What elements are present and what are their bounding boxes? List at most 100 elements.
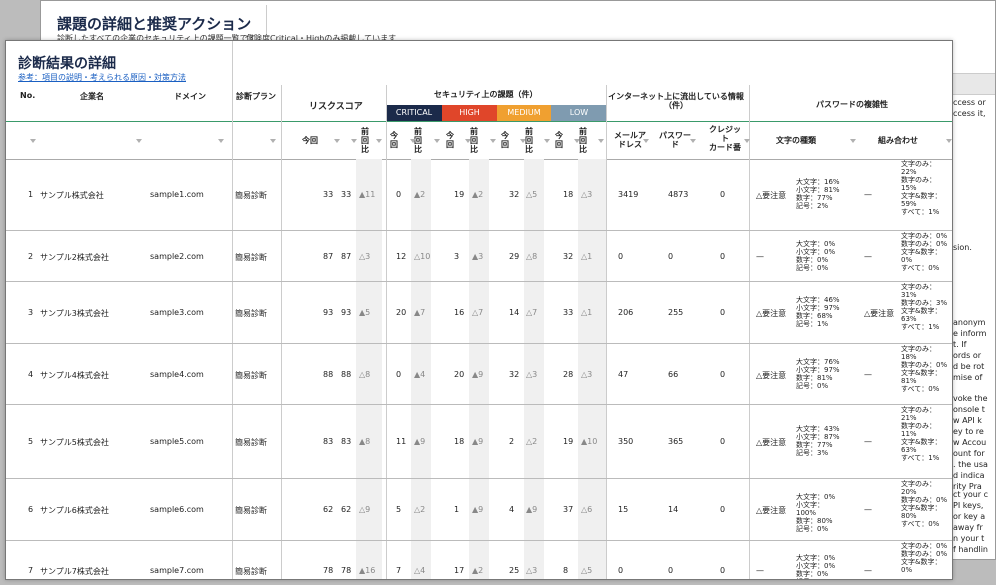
leaked-mail: 0: [618, 566, 624, 575]
risk-score-delta: △3: [359, 252, 371, 261]
char-types-detail: 大文字：43% 小文字：87% 数字：77% 記号：3%: [796, 425, 840, 457]
filter-dropdown-icon[interactable]: [850, 139, 856, 143]
risk-score-now: 87: [323, 252, 334, 261]
filter-dropdown-icon[interactable]: [744, 139, 750, 143]
table-row[interactable]: 2 サンプル2株式会社 sample2.com 簡易診断 87 87 △3 12 △10 3 ▲3 2…: [6, 231, 952, 282]
reference-link[interactable]: 参考：項目の説明・考えられる原因・対策方法: [18, 72, 186, 83]
char-types-detail: 大文字：0% 小文字：0% 数字：0% 記号：0%: [796, 240, 836, 272]
low-delta: △3: [581, 190, 593, 199]
header-leaked-info: インターネット上に流出している情報（件）: [608, 92, 744, 110]
table-row[interactable]: 6 サンプル6株式会社 sample6.com 簡易診断 62 62 △9 5 △2 1 ▲9 4 ▲9…: [6, 479, 952, 541]
leaked-password: 4873: [668, 190, 689, 199]
domain: sample2.com: [150, 252, 204, 261]
table-row[interactable]: 5 サンプル5株式会社 sample5.com 簡易診断 83 83 ▲8 11 ▲9 18 ▲9 2…: [6, 405, 952, 479]
header-risk-score: リスクスコア: [309, 102, 363, 112]
filter-dropdown-icon[interactable]: [410, 139, 416, 143]
filter-dropdown-icon[interactable]: [334, 139, 340, 143]
row-number: 4: [28, 370, 34, 379]
low-delta: △3: [581, 370, 593, 379]
critical-delta: △4: [414, 566, 426, 575]
panel-title: 診断結果の詳細: [18, 56, 116, 72]
medium-count: 2: [509, 437, 515, 446]
combination-detail: 文字のみ： 22% 数字のみ： 15% 文字&数字： 59% すべて：1%: [901, 160, 942, 216]
diagnosis-plan: 簡易診断: [235, 253, 267, 262]
diagnosis-plan: 簡易診断: [235, 567, 267, 576]
low-count: 32: [563, 252, 574, 261]
filter-dropdown-icon[interactable]: [434, 139, 440, 143]
low-count: 18: [563, 190, 574, 199]
medium-count: 25: [509, 566, 520, 575]
table-row[interactable]: 4 サンプル4株式会社 sample4.com 簡易診断 88 88 △8 0 ▲4 20 ▲9 32…: [6, 344, 952, 405]
filter-dropdown-icon[interactable]: [946, 139, 952, 143]
filter-dropdown-icon[interactable]: [643, 139, 649, 143]
leaked-password: 66: [668, 370, 679, 379]
filter-dropdown-icon[interactable]: [376, 139, 382, 143]
high-delta: ▲9: [472, 437, 484, 446]
header-company: 企業名: [80, 92, 104, 101]
char-types-flag: △要注意: [756, 191, 787, 200]
high-delta: ▲2: [472, 566, 484, 575]
filter-dropdown-icon[interactable]: [136, 139, 142, 143]
header-combination: 組み合わせ: [878, 136, 918, 145]
leaked-card: 0: [720, 190, 726, 199]
filter-dropdown-icon[interactable]: [218, 139, 224, 143]
table-row[interactable]: 1 サンプル株式会社 sample1.com 簡易診断 33 33 ▲11 0 ▲2 19 ▲2 32…: [6, 159, 952, 231]
combination-flag: △要注意: [864, 309, 895, 318]
row-number: 1: [28, 190, 34, 199]
header-severity-prev: 前 回 比: [579, 127, 587, 154]
header-char-types: 文字の種類: [776, 136, 816, 145]
risk-score-delta: △8: [359, 370, 371, 379]
combination-flag: —: [864, 190, 872, 199]
filter-dropdown-icon[interactable]: [544, 139, 550, 143]
diagnosis-plan: 簡易診断: [235, 309, 267, 318]
combination-detail: 文字のみ： 31% 数字のみ：3% 文字&数字： 63% すべて：1%: [901, 283, 948, 331]
bg-right-text: anonym e inform t. If ords or d be rot m…: [953, 318, 987, 382]
char-types-detail: 大文字：16% 小文字：81% 数字：77% 記号：2%: [796, 178, 840, 210]
low-count: 28: [563, 370, 574, 379]
filter-dropdown-icon[interactable]: [574, 139, 580, 143]
leaked-card: 0: [720, 566, 726, 575]
risk-score-current: 93: [341, 308, 352, 317]
filter-dropdown-icon[interactable]: [465, 139, 471, 143]
filter-dropdown-icon[interactable]: [520, 139, 526, 143]
leaked-card: 0: [720, 437, 726, 446]
combination-flag: —: [864, 370, 872, 379]
diagnosis-plan: 簡易診断: [235, 371, 267, 380]
low-count: 33: [563, 308, 574, 317]
combination-flag: —: [864, 437, 872, 446]
severity-low: LOW: [551, 105, 607, 121]
row-number: 2: [28, 252, 34, 261]
risk-score-now: 62: [323, 505, 334, 514]
critical-delta: △10: [414, 252, 431, 261]
header-severity-prev: 前 回 比: [470, 127, 478, 154]
high-count: 17: [454, 566, 465, 575]
filter-dropdown-icon[interactable]: [270, 139, 276, 143]
bg-divider: [266, 5, 267, 35]
combination-detail: 文字のみ： 21% 数字のみ： 11% 文字&数字： 63% すべて：1%: [901, 406, 942, 462]
filter-dropdown-icon[interactable]: [598, 139, 604, 143]
risk-score-current: 87: [341, 252, 352, 261]
table-row[interactable]: 3 サンプル3株式会社 sample3.com 簡易診断 93 93 ▲5 20 ▲7 16 △7 1…: [6, 282, 952, 344]
leaked-password: 0: [668, 252, 674, 261]
domain: sample5.com: [150, 437, 204, 446]
risk-score-delta: △9: [359, 505, 371, 514]
critical-delta: ▲2: [414, 190, 426, 199]
domain: sample3.com: [150, 308, 204, 317]
bg-right-text: ccess or ccess it,: [953, 98, 986, 118]
filter-dropdown-icon[interactable]: [490, 139, 496, 143]
filter-dropdown-icon[interactable]: [351, 139, 357, 143]
filter-dropdown-icon[interactable]: [30, 139, 36, 143]
critical-count: 7: [396, 566, 402, 575]
high-delta: ▲2: [472, 190, 484, 199]
combination-flag: —: [864, 566, 872, 575]
severity-medium: MEDIUM: [497, 105, 551, 121]
table-row[interactable]: 7 サンプル7株式会社 sample7.com 簡易診断 78 78 ▲16 7 △4 17 ▲2 2…: [6, 541, 952, 579]
row-number: 5: [28, 437, 34, 446]
leaked-mail: 3419: [618, 190, 639, 199]
leaked-card: 0: [720, 308, 726, 317]
combination-detail: 文字のみ：0% 数字のみ：0% 文字&数字： 0% すべて：0%: [901, 232, 948, 272]
high-count: 20: [454, 370, 465, 379]
low-count: 19: [563, 437, 574, 446]
row-number: 7: [28, 566, 34, 575]
filter-dropdown-icon[interactable]: [690, 139, 696, 143]
